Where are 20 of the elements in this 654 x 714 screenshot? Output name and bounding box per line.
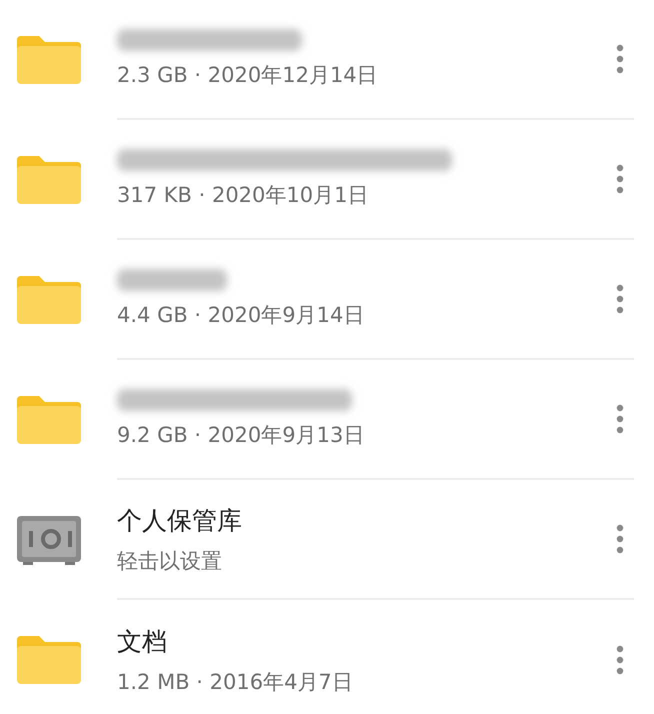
file-details: 1.2 MB · 2016年4月7日 xyxy=(117,668,353,696)
more-icon xyxy=(616,164,624,194)
file-name: 个人保管库 xyxy=(117,504,242,536)
file-details: 9.2 GB · 2020年9月13日 xyxy=(117,422,364,449)
folder-icon xyxy=(15,34,83,86)
more-icon xyxy=(616,645,624,675)
file-details: 轻击以设置 xyxy=(117,548,222,574)
more-icon xyxy=(616,44,624,74)
file-details: 317 KB · 2020年10月1日 xyxy=(117,182,368,209)
more-icon xyxy=(616,404,624,434)
file-details: 4.4 GB · 2020年9月14日 xyxy=(117,302,364,329)
folder-icon xyxy=(15,274,83,326)
folder-icon xyxy=(15,154,83,206)
file-details: 2.3 GB · 2020年12月14日 xyxy=(117,62,378,89)
folder-icon xyxy=(15,634,83,686)
file-name: 文档 xyxy=(117,626,167,658)
safe-icon xyxy=(15,514,83,566)
more-icon xyxy=(616,284,624,314)
folder-icon xyxy=(15,394,83,446)
more-icon xyxy=(616,524,624,554)
